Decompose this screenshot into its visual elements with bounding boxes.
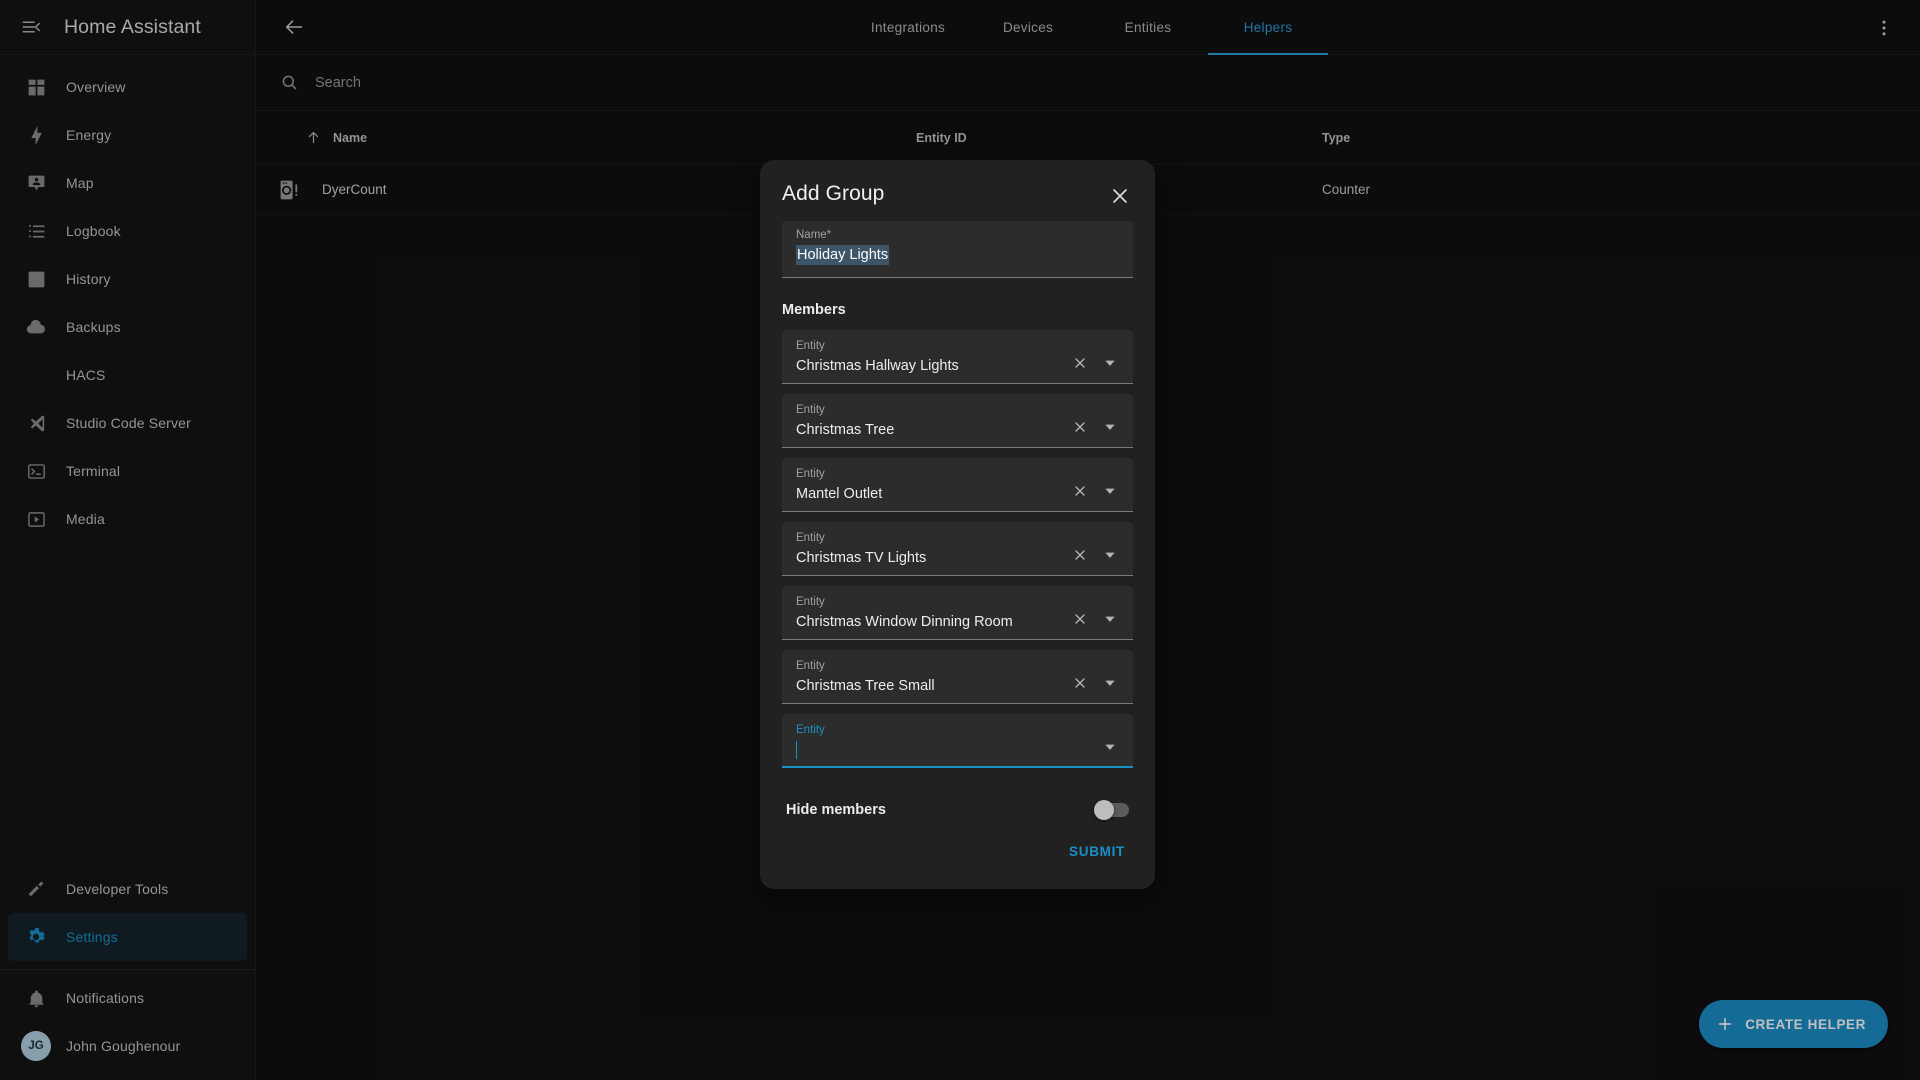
member-entity-field-4[interactable]: Entity Christmas TV Lights (782, 522, 1133, 576)
group-name-field[interactable]: Name* Holiday Lights (782, 221, 1133, 278)
group-name-label: Name* (796, 229, 832, 241)
member-entity-col: Entity Christmas Hallway Lights (796, 339, 1061, 376)
hide-members-toggle[interactable] (1094, 800, 1129, 820)
close-icon[interactable] (1103, 179, 1137, 213)
chevron-down-icon[interactable] (1099, 672, 1121, 694)
entity-value: Mantel Outlet (796, 486, 883, 502)
dialog-actions: SUBMIT (760, 822, 1155, 879)
entity-label: Entity (796, 532, 825, 544)
member-entity-col: Entity (796, 723, 1091, 760)
hide-members-label: Hide members (786, 802, 886, 818)
add-group-dialog: Add Group Name* Holiday Lights Members E… (760, 160, 1155, 889)
entity-label: Entity (796, 660, 825, 672)
submit-button[interactable]: SUBMIT (1059, 836, 1135, 867)
chevron-down-icon[interactable] (1099, 608, 1121, 630)
entity-label: Entity (796, 340, 825, 352)
chevron-down-icon[interactable] (1099, 480, 1121, 502)
text-caret (796, 741, 797, 760)
group-name-value: Holiday Lights (796, 245, 890, 265)
clear-entity-icon[interactable] (1069, 416, 1091, 438)
entity-label: Entity (796, 596, 825, 608)
member-entity-icons (1069, 416, 1121, 440)
chevron-down-icon[interactable] (1099, 736, 1121, 758)
member-entity-field-empty[interactable]: Entity (782, 714, 1133, 768)
dialog-title: Add Group (782, 182, 885, 205)
group-name-field-col: Name* Holiday Lights (796, 228, 1121, 270)
clear-entity-icon[interactable] (1069, 608, 1091, 630)
member-entity-icons (1069, 480, 1121, 504)
entity-label: Entity (796, 404, 825, 416)
entity-value: Christmas Hallway Lights (796, 358, 959, 374)
dialog-header: Add Group (760, 160, 1155, 221)
hide-members-row: Hide members (782, 778, 1133, 822)
clear-entity-icon[interactable] (1069, 352, 1091, 374)
clear-entity-icon[interactable] (1069, 544, 1091, 566)
member-entity-field-6[interactable]: Entity Christmas Tree Small (782, 650, 1133, 704)
member-entity-field-5[interactable]: Entity Christmas Window Dinning Room (782, 586, 1133, 640)
member-entity-icons (1069, 608, 1121, 632)
entity-label: Entity (796, 468, 825, 480)
chevron-down-icon[interactable] (1099, 416, 1121, 438)
entity-value: Christmas Tree (796, 422, 895, 438)
member-entity-field-2[interactable]: Entity Christmas Tree (782, 394, 1133, 448)
members-section-title: Members (782, 302, 846, 318)
entity-value (796, 741, 797, 760)
clear-entity-icon[interactable] (1069, 480, 1091, 502)
toggle-knob (1094, 800, 1114, 820)
chevron-down-icon[interactable] (1099, 544, 1121, 566)
member-entity-col: Entity Christmas Window Dinning Room (796, 595, 1061, 632)
entity-value: Christmas TV Lights (796, 550, 927, 566)
member-entity-field-1[interactable]: Entity Christmas Hallway Lights (782, 330, 1133, 384)
member-entity-icons (1069, 672, 1121, 696)
member-entity-field-3[interactable]: Entity Mantel Outlet (782, 458, 1133, 512)
clear-entity-icon[interactable] (1069, 672, 1091, 694)
member-entity-col: Entity Christmas Tree Small (796, 659, 1061, 696)
entity-label: Entity (796, 724, 825, 736)
member-entity-icons (1069, 352, 1121, 376)
member-entity-col: Entity Mantel Outlet (796, 467, 1061, 504)
entity-value: Christmas Tree Small (796, 678, 935, 694)
entity-value: Christmas Window Dinning Room (796, 614, 1013, 630)
chevron-down-icon[interactable] (1099, 352, 1121, 374)
member-entity-icons (1099, 736, 1121, 760)
member-entity-col: Entity Christmas TV Lights (796, 531, 1061, 568)
home-assistant-app: Home Assistant Overview Energy Map Logbo… (0, 0, 1920, 1080)
member-entity-icons (1069, 544, 1121, 568)
dialog-body: Name* Holiday Lights Members Entity Chri… (760, 221, 1155, 822)
member-entity-col: Entity Christmas Tree (796, 403, 1061, 440)
